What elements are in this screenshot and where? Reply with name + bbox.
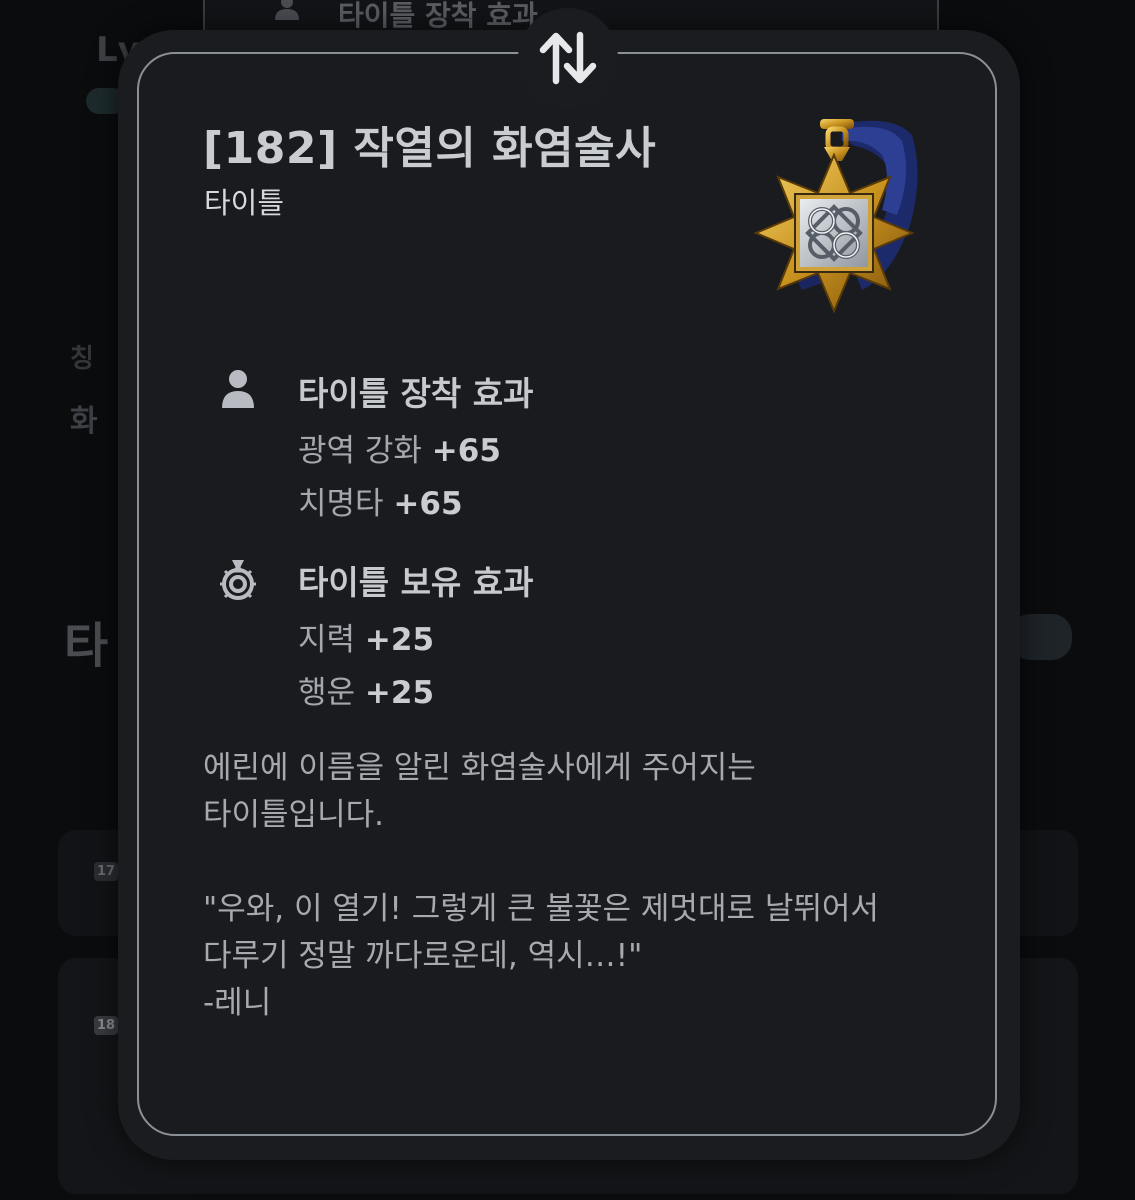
- owned-stat-line: 행운 +25: [298, 667, 434, 712]
- flavor-quote-line: 다루기 정말 까다로운데, 역시…!": [203, 938, 643, 974]
- description-line: 타이틀입니다.: [203, 797, 384, 833]
- page: 타이틀 장착 효과 Lv 칭 화 타 17 18 [182] 작열의 화염술사 …: [0, 0, 1135, 1200]
- stat-label: 치명타: [298, 486, 394, 522]
- background-level-badge-selected: 18: [94, 1016, 119, 1035]
- stat-label: 행운: [298, 675, 365, 711]
- stat-value: +65: [431, 433, 501, 469]
- owned-stat-line: 지력 +25: [298, 614, 434, 659]
- stat-label: 지력: [298, 622, 365, 658]
- title-category: 타이틀: [204, 186, 285, 220]
- gold-knot-medal-icon: [753, 119, 918, 314]
- stat-value: +25: [364, 675, 435, 711]
- equip-stat-line: 광역 강화 +65: [298, 425, 501, 470]
- owned-effect-title: 타이틀 보유 효과: [298, 563, 534, 602]
- background-name-fragment: 화: [70, 404, 98, 439]
- background-label-fragment: 칭: [70, 344, 94, 374]
- title-name: [182] 작열의 화염술사: [203, 123, 657, 174]
- background-level-badge: 17: [94, 862, 119, 881]
- background-top-label: 타이틀 장착 효과: [338, 0, 538, 32]
- stat-value: +25: [364, 622, 435, 658]
- person-icon: [222, 370, 254, 408]
- swap-vertical-arrows-icon: [539, 31, 597, 85]
- stat-label: 광역 강화: [298, 433, 432, 469]
- medal-icon: [220, 560, 256, 600]
- description-line: 에린에 이름을 알린 화염술사에게 주어지는: [203, 750, 756, 786]
- stat-value: +65: [393, 486, 463, 522]
- flavor-quote-line: "우와, 이 열기! 그렇게 큰 불꽃은 제멋대로 날뛰어서: [203, 891, 879, 927]
- flavor-quote-signature: -레니: [203, 985, 272, 1021]
- swap-compare-button[interactable]: [518, 8, 618, 108]
- background-section-heading-fragment: 타: [64, 618, 109, 674]
- equip-stat-line: 치명타 +65: [298, 478, 463, 523]
- equip-effect-title: 타이틀 장착 효과: [298, 374, 534, 413]
- background-person-icon: [275, 0, 299, 20]
